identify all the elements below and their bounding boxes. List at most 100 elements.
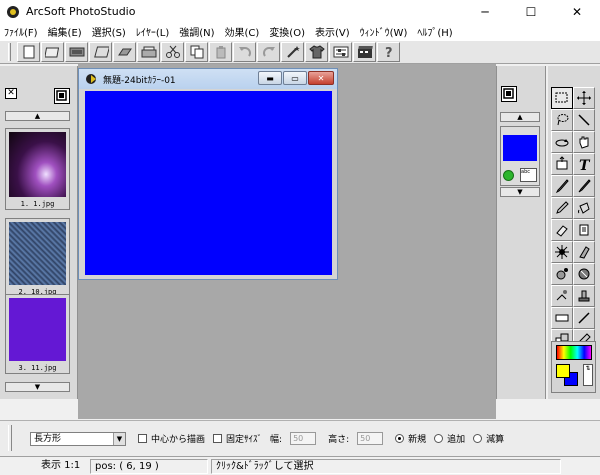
mode-subtract-radio[interactable]: [473, 434, 483, 443]
menu-layer[interactable]: ﾚｲﾔｰ(L): [136, 24, 169, 39]
thumbnail-item[interactable]: 2. 10.jpg: [5, 218, 70, 298]
navigator-panel: ▲ abc ▼: [496, 66, 546, 399]
album-close-button[interactable]: ✕: [5, 88, 17, 99]
eraser-tool[interactable]: [551, 219, 573, 241]
selection-shape-dropdown[interactable]: 長方形 ▼: [30, 431, 126, 446]
menu-help[interactable]: ﾍﾙﾌﾟ(H): [417, 24, 452, 39]
album-scroll-up[interactable]: ▲: [5, 111, 70, 121]
crop-tool[interactable]: [551, 153, 573, 175]
brush-icon: [555, 179, 569, 194]
close-button[interactable]: ✕: [554, 0, 600, 23]
width-input[interactable]: 50: [290, 432, 317, 445]
adjust-button[interactable]: [329, 42, 352, 62]
menu-window[interactable]: ｳｨﾝﾄﾞｳ(W): [360, 24, 408, 39]
lasso-tool[interactable]: [551, 109, 573, 131]
height-input[interactable]: 50: [357, 432, 384, 445]
document-title-bar[interactable]: 無題-24bitｶﾗｰ-01 ▬ ▭ ✕: [79, 69, 337, 89]
open-file-button[interactable]: [41, 42, 64, 62]
navigator-scroll-up[interactable]: ▲: [500, 112, 540, 122]
bucket-tool[interactable]: [573, 197, 595, 219]
center-draw-checkbox[interactable]: [138, 434, 147, 443]
app-icon: [6, 5, 20, 19]
thumbnail-image: [9, 132, 66, 197]
effects-tool[interactable]: [551, 285, 573, 307]
thumbnail-item[interactable]: 1. 1.jpg: [5, 128, 70, 210]
navigator-preview[interactable]: abc: [500, 126, 540, 186]
cut-button[interactable]: [161, 42, 184, 62]
menu-select[interactable]: 選択(S): [92, 24, 126, 39]
mode-new-label: 新規: [408, 435, 427, 445]
thumbnail-label: 1. 1.jpg: [20, 200, 55, 208]
burn-tool[interactable]: [573, 263, 595, 285]
width-label: 幅:: [270, 435, 283, 445]
dodge-tool[interactable]: [551, 263, 573, 285]
title-bar: ArcSoft PhotoStudio ─ ☐ ✕: [0, 0, 600, 23]
rotate-tool[interactable]: [551, 131, 573, 153]
burn-icon: [578, 268, 590, 280]
move-tool[interactable]: [573, 87, 595, 109]
maximize-button[interactable]: ☐: [508, 0, 554, 23]
thumbnail-image: [9, 222, 66, 285]
brush-tool[interactable]: [551, 175, 573, 197]
film-button[interactable]: [353, 42, 376, 62]
airbrush-tool[interactable]: [573, 175, 595, 197]
thumbnail-item[interactable]: 3. 11.jpg: [5, 294, 70, 374]
rectangle-tool[interactable]: [551, 307, 573, 329]
smudge-tool[interactable]: [573, 241, 595, 263]
foreground-color-swatch[interactable]: [556, 364, 570, 378]
undo-button[interactable]: [233, 42, 256, 62]
sparkle-tool[interactable]: [551, 241, 573, 263]
save-button[interactable]: [113, 42, 136, 62]
fixed-size-checkbox[interactable]: [213, 434, 223, 443]
menu-edit[interactable]: 編集(E): [48, 24, 82, 39]
color-palette[interactable]: [556, 345, 592, 360]
print-button[interactable]: [89, 42, 112, 62]
toolbar-grip[interactable]: [8, 43, 11, 61]
acquire-button[interactable]: [65, 42, 88, 62]
stamp-tool[interactable]: [573, 285, 595, 307]
paste-icon: [216, 46, 225, 59]
options-grip[interactable]: [8, 425, 12, 451]
sparkle-icon: [555, 245, 569, 259]
rect-select-tool[interactable]: [551, 87, 573, 109]
copy-icon: [190, 45, 203, 59]
open-file-icon: [44, 47, 59, 58]
doc-maximize-button[interactable]: ▭: [283, 71, 307, 85]
pencil-tool[interactable]: [551, 197, 573, 219]
redo-button[interactable]: [257, 42, 280, 62]
album-scroll-down[interactable]: ▼: [5, 382, 70, 392]
text-tool[interactable]: T: [573, 153, 595, 175]
swap-colors-button[interactable]: ⇅: [583, 364, 593, 386]
paste-button[interactable]: [209, 42, 232, 62]
doc-minimize-button[interactable]: ▬: [258, 71, 282, 85]
move-icon: [577, 91, 591, 105]
mode-add-radio[interactable]: [434, 434, 444, 443]
copy-button[interactable]: [185, 42, 208, 62]
menu-effects[interactable]: 効果(C): [225, 24, 260, 39]
save-icon: [117, 48, 132, 56]
hand-tool[interactable]: [573, 131, 595, 153]
magic-wand-button[interactable]: [281, 42, 304, 62]
help-button[interactable]: ?: [377, 42, 400, 62]
mode-new-radio[interactable]: [395, 434, 405, 443]
line-tool[interactable]: [573, 109, 595, 131]
navigator-pin-button[interactable]: [501, 86, 517, 102]
menu-transform[interactable]: 変換(O): [269, 24, 305, 39]
scanner-button[interactable]: [137, 42, 160, 62]
document-canvas[interactable]: [85, 91, 332, 275]
navigator-thumbnail: [503, 135, 537, 161]
navigator-status-icon: [503, 170, 514, 181]
navigator-scroll-down[interactable]: ▼: [500, 187, 540, 197]
tshirt-button[interactable]: [305, 42, 328, 62]
clone-tool[interactable]: [573, 219, 595, 241]
doc-close-button[interactable]: ✕: [308, 71, 334, 85]
menu-enhance[interactable]: 強調(N): [179, 24, 214, 39]
album-pin-button[interactable]: [54, 88, 70, 104]
zoom-status: 表示 1:1: [41, 459, 81, 471]
menu-file[interactable]: ﾌｧｲﾙ(F): [4, 24, 38, 39]
new-file-button[interactable]: [17, 42, 40, 62]
straight-line-tool[interactable]: [573, 307, 595, 329]
hint-status: ｸﾘｯｸ&ﾄﾞﾗｯｸﾞして選択: [211, 458, 561, 474]
minimize-button[interactable]: ─: [462, 0, 508, 23]
menu-view[interactable]: 表示(V): [315, 24, 350, 39]
